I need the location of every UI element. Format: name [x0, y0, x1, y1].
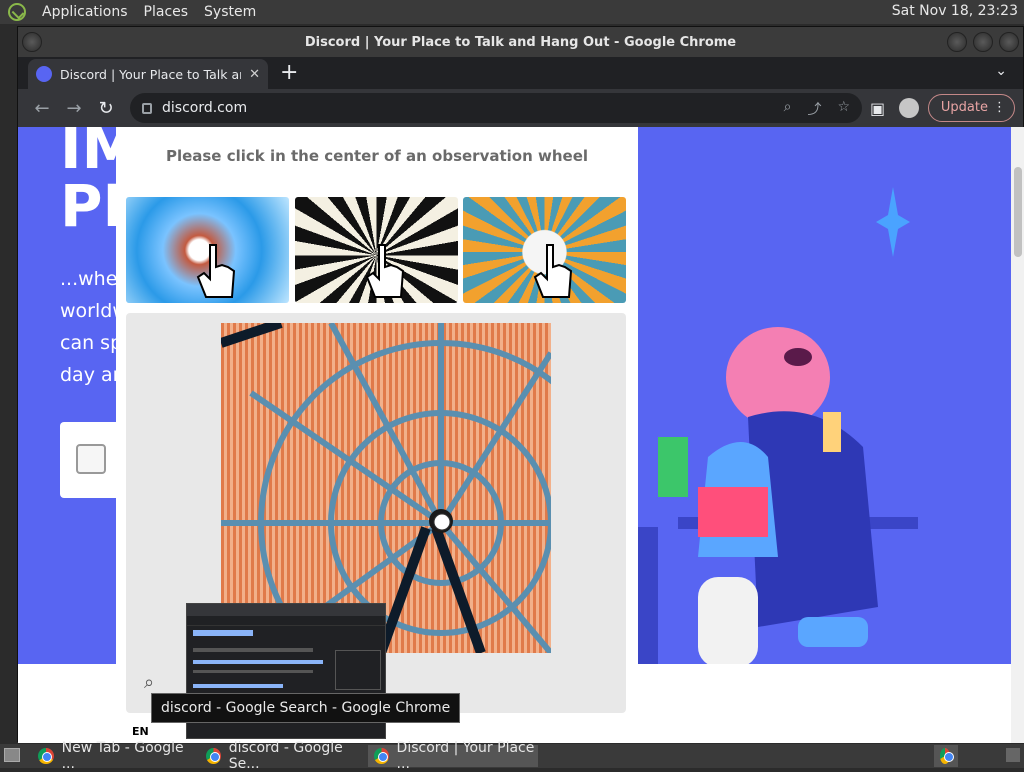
clock[interactable]: Sat Nov 18, 23:23	[892, 3, 1018, 19]
side-panel-icon[interactable]: ▣	[870, 99, 885, 118]
scrollbar-thumb[interactable]	[1014, 167, 1022, 257]
profile-avatar-icon[interactable]	[899, 98, 920, 118]
green-character	[658, 437, 688, 497]
show-desktop-icon[interactable]	[4, 748, 20, 762]
sparkle-icon	[876, 187, 910, 257]
distro-logo-icon[interactable]	[8, 3, 26, 21]
chrome-icon	[374, 748, 389, 764]
language-selector[interactable]: EN	[132, 725, 149, 738]
example-image-1	[126, 197, 289, 303]
new-tab-button[interactable]: +	[280, 61, 298, 85]
address-bar[interactable]: discord.com ⌕ ⤴ ☆	[130, 93, 862, 123]
minimize-button[interactable]	[947, 32, 967, 52]
taskbar-item-google-search[interactable]: discord - Google Se...	[200, 740, 366, 772]
share-icon[interactable]: ⤴	[807, 99, 821, 119]
tab-search-chevron-icon[interactable]: ⌄	[995, 63, 1007, 79]
taskbar-item-label: New Tab - Google ...	[61, 740, 184, 772]
update-button[interactable]: Update ⋮	[927, 94, 1015, 122]
taskbar-item-discord[interactable]: Discord | Your Place ...	[368, 740, 538, 772]
lock-icon[interactable]	[142, 102, 152, 114]
pointer-hand-icon	[196, 244, 236, 298]
captcha-prompt: Please click in the center of an observa…	[165, 147, 589, 165]
hero-illustration	[638, 187, 918, 664]
chrome-icon	[38, 748, 54, 764]
window-title: Discord | Your Place to Talk and Hang Ou…	[304, 34, 737, 50]
pointer-hand-icon	[533, 244, 573, 298]
web-content: IM PL ...wher worldw can sp day an Pleas…	[18, 127, 1024, 743]
trash-icon[interactable]	[1006, 748, 1020, 762]
back-button[interactable]: ←	[26, 98, 58, 119]
tab-discord[interactable]: Discord | Your Place to Talk and Hang Ou…	[28, 59, 268, 89]
taskbar-item-label: discord - Google Se...	[228, 740, 343, 772]
bookmark-star-icon[interactable]: ☆	[837, 99, 850, 119]
page-scrollbar[interactable]	[1011, 127, 1024, 743]
example-image-3	[463, 197, 626, 303]
discord-favicon-icon	[36, 66, 52, 82]
zoom-search-icon[interactable]: ⌕	[784, 99, 792, 119]
taskbar-item-label: Discord | Your Place ...	[396, 740, 535, 772]
close-window-button[interactable]	[999, 32, 1019, 52]
tab-title: Discord | Your Place to Talk and Hang Ou…	[60, 66, 241, 82]
window-titlebar[interactable]: Discord | Your Place to Talk and Hang Ou…	[18, 27, 1023, 57]
url-text[interactable]: discord.com	[162, 100, 247, 116]
pointer-hand-icon	[365, 244, 405, 298]
example-image-2	[295, 197, 458, 303]
more-menu-icon[interactable]: ⋮	[993, 95, 1006, 121]
top-panel: Applications Places System Sat Nov 18, 2…	[0, 0, 1024, 24]
tab-close-icon[interactable]: ✕	[249, 67, 260, 82]
menu-system[interactable]: System	[204, 4, 256, 20]
chrome-icon	[206, 748, 221, 764]
chrome-icon	[940, 748, 954, 764]
browser-toolbar: ← → ↻ discord.com ⌕ ⤴ ☆ ▣ Update ⋮	[18, 89, 1023, 127]
window-menu-button[interactable]	[22, 32, 42, 52]
tab-strip: Discord | Your Place to Talk and Hang Ou…	[18, 57, 1023, 89]
bottom-taskbar: New Tab - Google ... discord - Google Se…	[0, 740, 1024, 772]
click-marker	[433, 513, 451, 531]
reload-button[interactable]: ↻	[90, 98, 122, 119]
taskbar-tooltip: discord - Google Search - Google Chrome	[151, 693, 461, 723]
zoom-magnifier-icon[interactable]: ⌕	[144, 672, 154, 693]
menu-applications[interactable]: Applications	[42, 4, 128, 20]
browser-window: Discord | Your Place to Talk and Hang Ou…	[17, 26, 1024, 743]
captcha-checkbox[interactable]	[76, 444, 106, 474]
maximize-button[interactable]	[973, 32, 993, 52]
gamepad-seat	[698, 577, 758, 664]
tray-chrome-button[interactable]	[934, 745, 958, 767]
update-label: Update	[940, 100, 988, 115]
taskbar-item-new-tab[interactable]: New Tab - Google ...	[32, 740, 198, 772]
captcha-checkbox-widget	[60, 422, 120, 498]
forward-button[interactable]: →	[58, 98, 90, 119]
menu-places[interactable]: Places	[144, 4, 189, 20]
